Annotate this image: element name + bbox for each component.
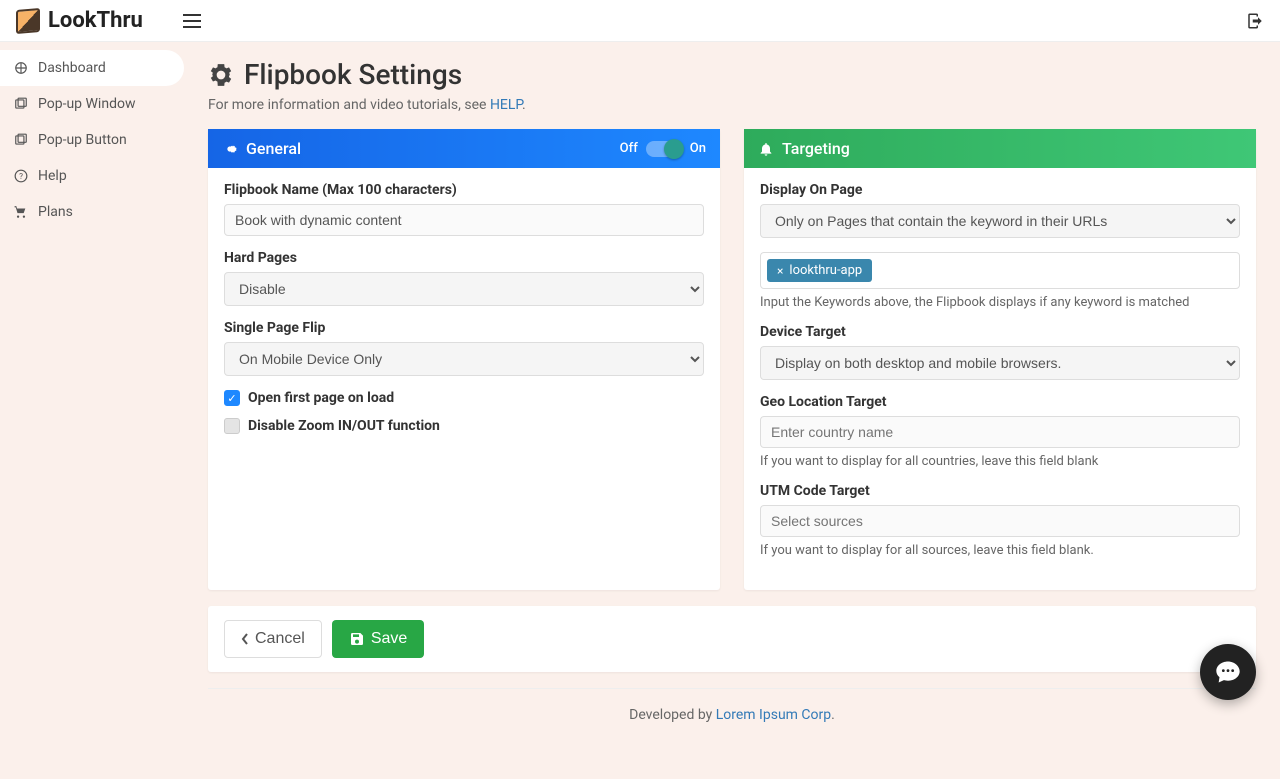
remove-tag-icon[interactable]: × (777, 264, 783, 278)
hard-pages-label: Hard Pages (224, 250, 704, 266)
window-icon (14, 97, 28, 111)
single-page-select[interactable]: On Mobile Device Only (224, 342, 704, 376)
utm-help: If you want to display for all sources, … (760, 543, 1240, 558)
button-icon (14, 133, 28, 147)
sidebar-item-label: Pop-up Window (38, 96, 135, 112)
flipbook-name-label: Flipbook Name (Max 100 characters) (224, 182, 704, 198)
sidebar-item-popup-button[interactable]: Pop-up Button (0, 122, 184, 158)
keywords-input[interactable]: × lookthru-app (760, 252, 1240, 289)
utm-target-input[interactable] (760, 505, 1240, 537)
single-page-label: Single Page Flip (224, 320, 704, 336)
cancel-button[interactable]: Cancel (224, 620, 322, 658)
hamburger-icon[interactable] (183, 14, 201, 28)
keyword-tag: × lookthru-app (767, 259, 872, 282)
general-header: General Off On (208, 129, 720, 168)
cart-icon (14, 205, 28, 219)
help-link[interactable]: HELP (490, 97, 522, 113)
sidebar-item-popup-window[interactable]: Pop-up Window (0, 86, 184, 122)
bell-icon (758, 141, 774, 157)
page-subtitle: For more information and video tutorials… (208, 97, 1256, 113)
svg-text:?: ? (19, 171, 23, 181)
utm-target-label: UTM Code Target (760, 483, 1240, 499)
geo-target-input[interactable] (760, 416, 1240, 448)
sidebar-item-dashboard[interactable]: Dashboard (0, 50, 184, 86)
hard-pages-select[interactable]: Disable (224, 272, 704, 306)
sidebar-item-label: Pop-up Button (38, 132, 127, 148)
targeting-card: Targeting Display On Page Only on Pages … (744, 129, 1256, 590)
disable-zoom-checkbox[interactable] (224, 418, 240, 434)
display-on-page-label: Display On Page (760, 182, 1240, 198)
toggle-off-label: Off (620, 141, 638, 156)
footer: Developed by Lorem Ipsum Corp. (208, 688, 1256, 763)
sidebar-item-label: Dashboard (38, 60, 106, 76)
dashboard-icon (14, 61, 28, 75)
geo-target-label: Geo Location Target (760, 394, 1240, 410)
sidebar-item-plans[interactable]: Plans (0, 194, 184, 230)
book-icon (16, 7, 40, 33)
footer-link[interactable]: Lorem Ipsum Corp (716, 707, 831, 723)
sidebar-item-label: Help (38, 168, 67, 184)
open-first-checkbox[interactable]: ✓ (224, 390, 240, 406)
sidebar-item-help[interactable]: ? Help (0, 158, 184, 194)
chevron-left-icon (241, 632, 249, 646)
gears-icon (222, 141, 238, 157)
device-target-select[interactable]: Display on both desktop and mobile brows… (760, 346, 1240, 380)
chat-button[interactable] (1200, 644, 1256, 700)
device-target-label: Device Target (760, 324, 1240, 340)
sidebar: Dashboard Pop-up Window Pop-up Button ? … (0, 42, 184, 779)
general-card: General Off On Flipbook Name (Max 100 ch… (208, 129, 720, 590)
gear-icon (208, 62, 234, 88)
help-icon: ? (14, 169, 28, 183)
geo-help: If you want to display for all countries… (760, 454, 1240, 469)
brand-text: LookThru (48, 8, 143, 33)
flipbook-name-input[interactable] (224, 204, 704, 236)
save-icon (349, 631, 365, 647)
brand[interactable]: LookThru (16, 8, 143, 33)
keywords-help: Input the Keywords above, the Flipbook d… (760, 295, 1240, 310)
topbar: LookThru (0, 0, 1280, 42)
display-on-page-select[interactable]: Only on Pages that contain the keyword i… (760, 204, 1240, 238)
sidebar-item-label: Plans (38, 204, 73, 220)
main-content: Flipbook Settings For more information a… (184, 42, 1280, 779)
toggle-on-label: On (690, 141, 706, 156)
actions-bar: Cancel Save (208, 606, 1256, 672)
page-title: Flipbook Settings (208, 58, 1256, 91)
logout-icon (1246, 12, 1264, 30)
chat-icon (1214, 658, 1242, 686)
save-button[interactable]: Save (332, 620, 424, 658)
general-toggle[interactable] (646, 141, 682, 157)
disable-zoom-label: Disable Zoom IN/OUT function (248, 418, 440, 434)
targeting-header: Targeting (744, 129, 1256, 168)
logout-button[interactable] (1246, 12, 1264, 30)
open-first-label: Open first page on load (248, 390, 394, 406)
